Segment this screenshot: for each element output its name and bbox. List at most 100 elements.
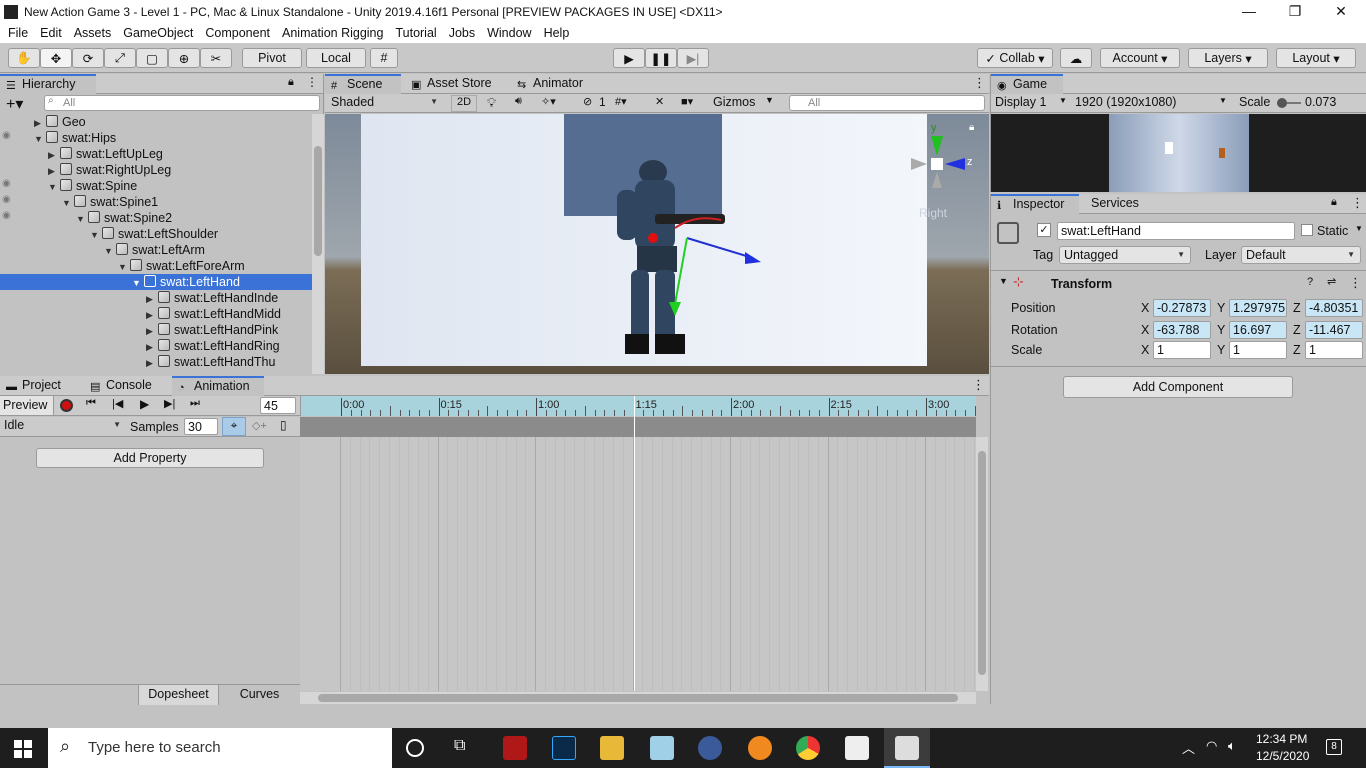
hierarchy-item[interactable]: ▼ swat:Spine — [0, 178, 312, 194]
menu-file[interactable]: File — [2, 26, 34, 40]
account-dropdown[interactable]: Account ▾ — [1100, 48, 1180, 68]
tab-animation[interactable]: ◔ Animation — [172, 376, 264, 396]
tab-scene[interactable]: # Scene — [325, 74, 401, 94]
tab-hierarchy[interactable]: ☰ Hierarchy — [0, 74, 96, 94]
chrome-icon[interactable] — [796, 736, 820, 760]
visibility-eye-icon[interactable]: ◉ — [2, 194, 11, 205]
scroll-thumb[interactable] — [314, 146, 322, 256]
hierarchy-item[interactable]: ▶ swat:RightUpLeg — [0, 162, 312, 178]
tab-asset-store[interactable]: ▣ Asset Store — [405, 74, 505, 94]
panel-menu-icon[interactable]: ⋮ — [973, 75, 986, 91]
expand-right-icon[interactable]: ▶ — [48, 163, 60, 179]
tray-chevron-icon[interactable]: ︿ — [1182, 738, 1195, 757]
hidden-objects-icon[interactable]: ⊘ — [583, 95, 592, 108]
hierarchy-item[interactable]: ▶ swat:LeftHandPink — [0, 322, 312, 338]
hierarchy-item[interactable]: ▶ swat:LeftHandInde — [0, 290, 312, 306]
tab-project[interactable]: ▬ Project — [0, 376, 82, 396]
transform-tool-icon[interactable]: ⊕ — [168, 48, 200, 68]
tab-services[interactable]: Services — [1081, 194, 1161, 214]
lock-icon[interactable]: 🔒︎ — [1331, 196, 1337, 209]
hand-tool-icon[interactable]: ✋ — [8, 48, 40, 68]
menu-help[interactable]: Help — [538, 26, 576, 40]
expand-down-icon[interactable]: ▼ — [132, 275, 144, 291]
cortana-icon[interactable] — [406, 739, 424, 757]
hierarchy-item[interactable]: ▶ swat:LeftUpLeg — [0, 146, 312, 162]
hierarchy-item[interactable]: ▼ swat:LeftArm — [0, 242, 312, 258]
timeline-vscrollbar[interactable] — [976, 437, 988, 691]
move-tool-icon[interactable]: ✥ — [40, 48, 72, 68]
windows-start-icon[interactable] — [14, 740, 32, 758]
hierarchy-item[interactable]: ▼ swat:LeftForeArm — [0, 258, 312, 274]
record-button[interactable] — [60, 399, 73, 412]
photoshop-icon[interactable] — [552, 736, 576, 760]
help-icon[interactable]: ? — [1307, 276, 1313, 288]
notes-icon[interactable] — [650, 736, 674, 760]
static-arrow-icon[interactable]: ▼ — [1355, 224, 1363, 233]
playhead[interactable] — [634, 396, 635, 691]
2d-toggle[interactable]: 2D — [451, 95, 477, 112]
shading-dropdown[interactable]: Shaded — [327, 94, 443, 112]
frame-field[interactable]: 45 — [260, 397, 296, 414]
unity-hub-icon[interactable] — [845, 736, 869, 760]
scale-x-field[interactable]: 1 — [1153, 341, 1211, 359]
menu-tutorial[interactable]: Tutorial — [389, 26, 442, 40]
blender-icon[interactable] — [748, 736, 772, 760]
add-property-button[interactable]: Add Property — [36, 448, 264, 468]
menu-edit[interactable]: Edit — [34, 26, 68, 40]
layers-dropdown[interactable]: Layers ▾ — [1188, 48, 1268, 68]
swat-character[interactable] — [595, 154, 775, 374]
rotation-y-field[interactable]: 16.697 — [1229, 321, 1287, 339]
menu-window[interactable]: Window — [481, 26, 537, 40]
close-button[interactable]: ✕ — [1318, 0, 1364, 23]
visibility-eye-icon[interactable]: ◉ — [2, 130, 11, 141]
view-lock-icon[interactable]: 🔒︎ — [969, 122, 974, 133]
visibility-eye-icon[interactable]: ◉ — [2, 178, 11, 189]
lighting-icon[interactable]: 💡︎ — [487, 95, 496, 111]
clock-date[interactable]: 12/5/2020 — [1256, 749, 1309, 763]
tab-console[interactable]: ▤ Console — [84, 376, 172, 396]
expand-right-icon[interactable]: ▶ — [34, 115, 46, 131]
first-frame-button[interactable]: ⏮ — [86, 397, 96, 410]
component-menu-icon[interactable]: ⋮ — [1349, 275, 1362, 291]
scene-viewport[interactable]: y z 🔒︎ Right — [325, 114, 989, 374]
hierarchy-item[interactable]: ▼ swat:Hips — [0, 130, 312, 146]
transform-foldout-icon[interactable]: ▼ — [999, 276, 1008, 286]
add-event-icon[interactable]: ▯ — [280, 418, 287, 432]
expand-down-icon[interactable]: ▼ — [118, 259, 130, 275]
collab-dropdown[interactable]: ✓ Collab ▾ — [977, 48, 1053, 68]
scene-search-input[interactable]: All — [789, 95, 985, 111]
layer-dropdown[interactable]: Default — [1241, 246, 1361, 264]
hierarchy-item[interactable]: ▼ swat:Spine1 — [0, 194, 312, 210]
gizmos-arrow-icon[interactable]: ▼ — [765, 95, 774, 105]
unity-editor-taskbar-item[interactable] — [884, 728, 930, 768]
tab-animator[interactable]: ⇆ Animator — [511, 74, 607, 94]
keyframe-mode-icon[interactable]: ⌖ — [222, 417, 246, 436]
play-anim-button[interactable]: ▶ — [140, 397, 149, 411]
expand-right-icon[interactable]: ▶ — [48, 147, 60, 163]
dopesheet-area[interactable] — [300, 437, 976, 691]
dopesheet-tab[interactable]: Dopesheet — [138, 685, 218, 705]
pivot-toggle[interactable]: Pivot — [242, 48, 302, 68]
scale-tool-icon[interactable]: ⤢ — [104, 48, 136, 68]
task-view-icon[interactable]: ⧉ — [454, 737, 465, 755]
taskbar-search[interactable]: ⌕ Type here to search — [48, 728, 392, 768]
scale-y-field[interactable]: 1 — [1229, 341, 1287, 359]
cloud-icon[interactable]: ☁ — [1060, 48, 1092, 68]
game-viewport[interactable] — [991, 114, 1366, 192]
curves-tab[interactable]: Curves — [218, 685, 300, 705]
menu-animation-rigging[interactable]: Animation Rigging — [276, 26, 389, 40]
tab-game[interactable]: ◉ Game — [991, 74, 1063, 94]
hierarchy-item[interactable]: ▼ swat:LeftShoulder — [0, 226, 312, 242]
expand-down-icon[interactable]: ▼ — [76, 211, 88, 227]
hierarchy-item[interactable]: ▼ swat:Spine2 — [0, 210, 312, 226]
static-checkbox[interactable] — [1301, 224, 1313, 236]
resolution-dropdown[interactable]: 1920 (1920x1080) — [1075, 95, 1176, 109]
position-x-field[interactable]: -0.27873 — [1153, 299, 1211, 317]
hierarchy-item[interactable]: ▶ Geo — [0, 114, 312, 130]
hierarchy-scrollbar[interactable] — [312, 114, 324, 374]
preview-toggle[interactable]: Preview — [0, 396, 54, 415]
custom-tool-icon[interactable]: ✂ — [200, 48, 232, 68]
active-checkbox[interactable]: ✓ — [1037, 223, 1051, 237]
display-dropdown[interactable]: Display 1 — [995, 95, 1046, 109]
audio-icon[interactable]: 🔊︎ — [515, 95, 522, 108]
